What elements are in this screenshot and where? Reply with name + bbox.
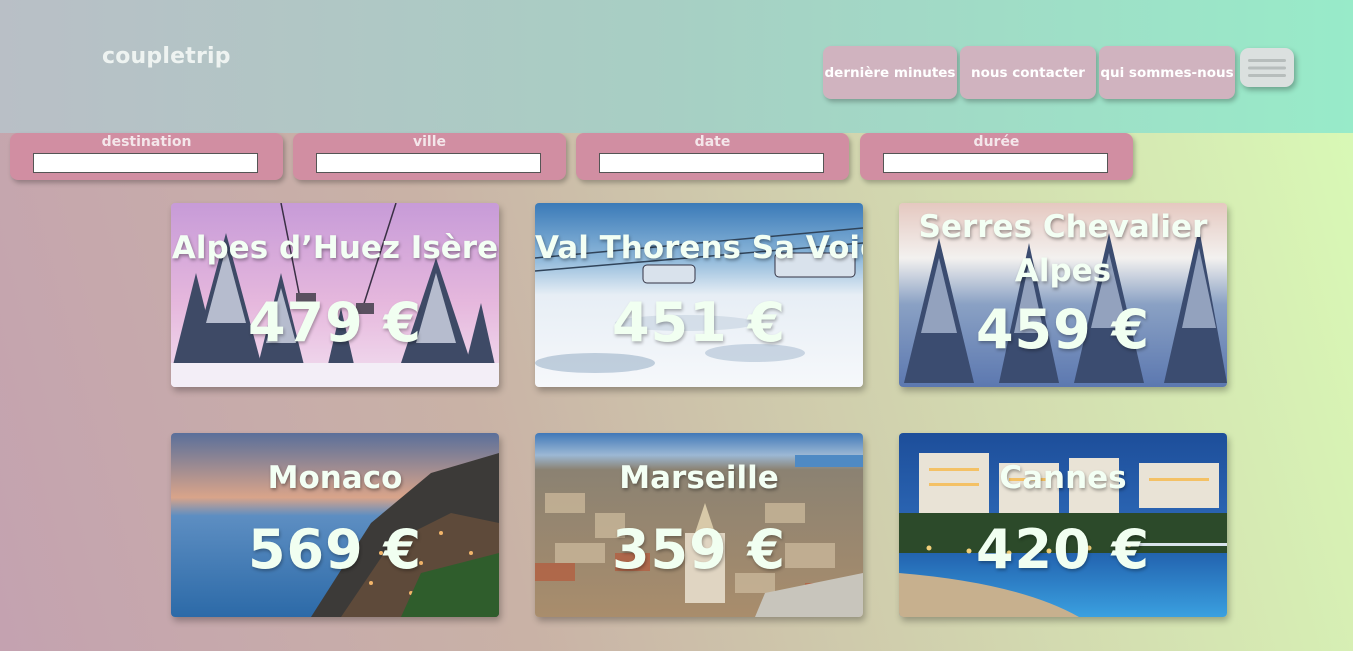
nav-qui-sommes-nous-button[interactable]: qui sommes-nous: [1099, 46, 1235, 99]
destination-card-serres-chevalier[interactable]: Serres Chevalier Alpes 459 €: [899, 203, 1227, 387]
card-price: 479 €: [247, 291, 423, 354]
filter-destination: destination: [10, 133, 283, 180]
filter-date: date: [576, 133, 849, 180]
card-title: Cannes: [999, 460, 1127, 496]
filter-duree-label: durée: [973, 134, 1020, 150]
filter-destination-label: destination: [101, 134, 192, 150]
duree-input[interactable]: [883, 153, 1108, 173]
card-title: Alpes d’Huez Isère: [171, 230, 499, 266]
date-input[interactable]: [599, 153, 824, 173]
nav-nous-contacter-button[interactable]: nous contacter: [960, 46, 1096, 99]
header: coupletrip dernière minutes nous contact…: [0, 0, 1353, 133]
hamburger-icon: [1248, 58, 1286, 77]
filter-ville: ville: [293, 133, 566, 180]
menu-button[interactable]: [1240, 48, 1294, 87]
main-nav: dernière minutes nous contacter qui somm…: [823, 46, 1294, 99]
destination-card-marseille[interactable]: Marseille 359 €: [535, 433, 863, 617]
card-price: 569 €: [247, 518, 423, 581]
destination-card-cannes[interactable]: Cannes 420 €: [899, 433, 1227, 617]
card-price: 451 €: [611, 291, 787, 354]
card-price: 420 €: [975, 518, 1151, 581]
card-price: 359 €: [611, 518, 787, 581]
card-price: 459 €: [975, 298, 1151, 361]
logo[interactable]: coupletrip: [102, 44, 231, 69]
card-title: Monaco: [267, 460, 403, 496]
destination-card-monaco[interactable]: Monaco 569 €: [171, 433, 499, 617]
card-title: Marseille: [619, 460, 779, 496]
card-title-line-1: Serres Chevalier: [918, 209, 1208, 245]
destination-input[interactable]: [33, 153, 258, 173]
filter-duree: durée: [860, 133, 1133, 180]
card-title: Val Thorens Sa Voie: [535, 230, 863, 266]
destination-card-alpes-huez[interactable]: Alpes d’Huez Isère 479 €: [171, 203, 499, 387]
filter-date-label: date: [694, 134, 731, 150]
filter-ville-label: ville: [412, 134, 447, 150]
nav-derniere-minutes-button[interactable]: dernière minutes: [823, 46, 957, 99]
card-title-line-2: Alpes: [1014, 253, 1112, 289]
destination-card-val-thorens[interactable]: Val Thorens Sa Voie 451 €: [535, 203, 863, 387]
ville-input[interactable]: [316, 153, 541, 173]
